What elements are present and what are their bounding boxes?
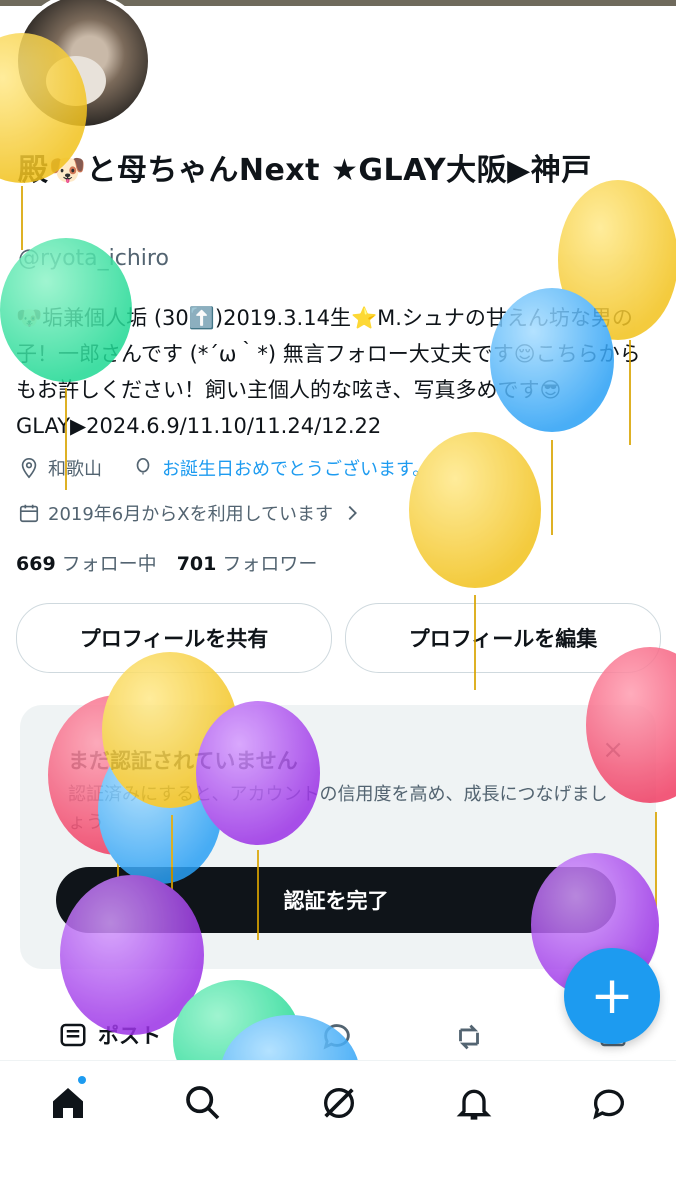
nav-home[interactable] <box>48 1083 88 1123</box>
complete-verification-button[interactable]: 認証を完了 <box>56 867 616 933</box>
birthday-link[interactable]: お誕生日おめでとうございます。 <box>162 455 430 481</box>
profile-bio: 🐶垢兼個人垢 (30⬆️)2019.3.14生⭐️M.シュナの甘えん坊な男の子！… <box>16 306 641 438</box>
tab-posts-label: ポスト <box>98 1024 161 1048</box>
profile-meta-joined[interactable]: 2019年6月からXを利用しています <box>18 500 363 526</box>
tab-reposts[interactable] <box>450 1020 488 1054</box>
location-text: 和歌山 <box>48 459 102 480</box>
chevron-right-icon <box>348 505 358 521</box>
repost-icon <box>459 1024 479 1050</box>
posts-icon <box>60 1023 86 1047</box>
messages-icon <box>593 1089 624 1120</box>
tab-replies[interactable] <box>320 1020 354 1054</box>
profile-handle: @ryota_ichiro <box>18 246 169 271</box>
reply-icon <box>323 1024 350 1050</box>
avatar[interactable] <box>14 0 152 130</box>
search-icon <box>186 1086 220 1120</box>
profile-name: 殿🐶と母ちゃんNext ★GLAY大阪▶︎神戸 <box>18 153 592 188</box>
bell-icon <box>456 1089 492 1120</box>
profile-meta-location: 和歌山 お誕生日おめでとうございます。 <box>18 455 430 481</box>
verification-title: まだ認証されていません <box>68 749 298 773</box>
edit-profile-button[interactable]: プロフィールを編集 <box>345 603 661 673</box>
close-icon[interactable]: × <box>602 735 624 765</box>
home-icon <box>53 1088 83 1118</box>
nav-notifications[interactable] <box>454 1083 494 1123</box>
bottom-navigation <box>0 1060 676 1201</box>
birthday-balloon-icon <box>136 458 150 475</box>
share-profile-button[interactable]: プロフィールを共有 <box>16 603 332 673</box>
nav-search[interactable] <box>183 1083 223 1123</box>
calendar-icon <box>19 504 39 523</box>
verification-description: 認証済みにすると、アカウントの信用度を高め、成長につなげましょう <box>68 784 608 833</box>
home-notification-dot <box>78 1076 86 1084</box>
follow-counts: 669 フォロー中 701 フォロワー <box>16 549 317 576</box>
joined-text: 2019年6月からXを利用しています <box>48 504 334 525</box>
followers-link[interactable]: 701 フォロワー <box>177 549 318 576</box>
location-icon <box>21 458 37 479</box>
nav-grok[interactable] <box>319 1083 359 1123</box>
compose-post-button[interactable]: + <box>564 948 660 1044</box>
nav-messages[interactable] <box>589 1083 629 1123</box>
tab-posts[interactable]: ポスト <box>58 1020 161 1050</box>
following-link[interactable]: 669 フォロー中 <box>16 549 157 576</box>
verification-card: まだ認証されていません × 認証済みにすると、アカウントの信用度を高め、成長につ… <box>20 705 656 969</box>
grok-icon <box>324 1088 354 1118</box>
